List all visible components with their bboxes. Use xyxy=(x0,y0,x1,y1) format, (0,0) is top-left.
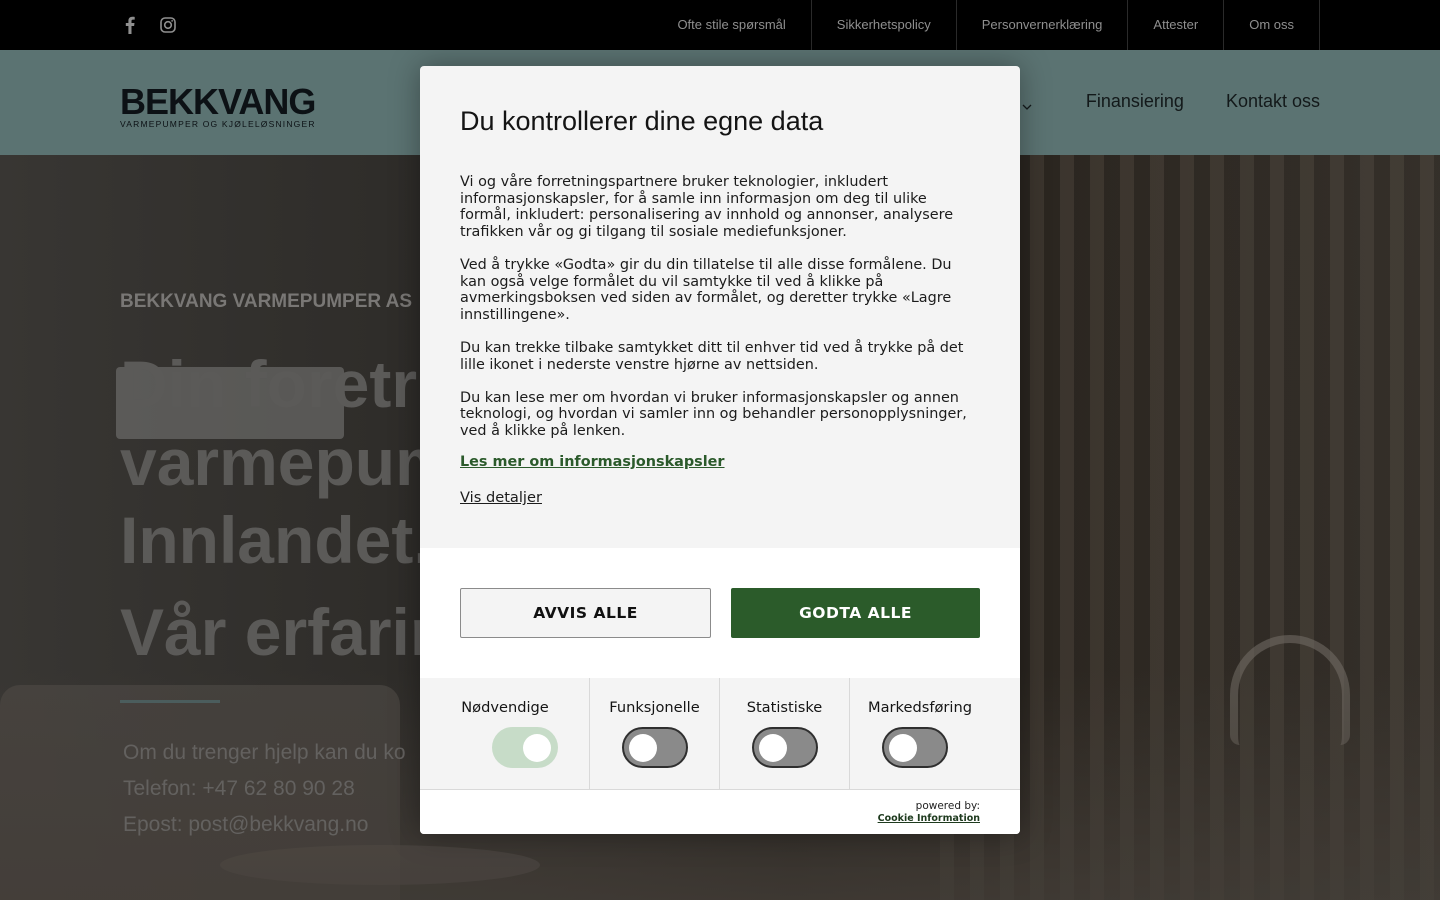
category-label: Statistiske xyxy=(746,699,823,716)
powered-by-footer: powered by: Cookie Information xyxy=(420,789,1020,834)
toggle-knob xyxy=(759,734,787,762)
top-link-security[interactable]: Sikkerhetspolicy xyxy=(810,0,956,50)
category-label: Nødvendige xyxy=(461,699,549,716)
dialog-button-area: AVVIS ALLE GODTA ALLE xyxy=(420,548,1020,678)
category-necessary: Nødvendige xyxy=(420,678,590,789)
read-more-cookies-link[interactable]: Les mer om informasjonskapsler xyxy=(460,454,725,470)
reject-all-button[interactable]: AVVIS ALLE xyxy=(460,588,711,638)
dialog-body: Vi og våre forretningspartnere bruker te… xyxy=(460,174,980,456)
dialog-title: Du kontrollerer dine egne data xyxy=(460,106,824,136)
cookie-information-link[interactable]: Cookie Information xyxy=(878,813,980,824)
dialog-paragraph: Ved å trykke «Godta» gir du din tillatel… xyxy=(460,256,952,323)
top-nav: Ofte stile spørsmål Sikkerhetspolicy Per… xyxy=(652,0,1320,50)
cookie-consent-dialog: Du kontrollerer dine egne data Vi og vår… xyxy=(420,66,1020,834)
marketing-toggle[interactable] xyxy=(882,727,948,768)
facebook-icon[interactable] xyxy=(120,14,140,36)
powered-by-label: powered by: xyxy=(915,800,980,812)
dialog-paragraph: Vi og våre forretningspartnere bruker te… xyxy=(460,174,954,240)
social-links xyxy=(120,14,178,36)
necessary-toggle xyxy=(492,727,558,768)
dialog-paragraph: Du kan trekke tilbake samtykket ditt til… xyxy=(460,339,964,373)
toggle-knob xyxy=(523,734,551,762)
category-label: Funksjonelle xyxy=(609,699,700,716)
toggle-knob xyxy=(889,734,917,762)
show-details-link[interactable]: Vis detaljer xyxy=(460,489,542,506)
accept-all-button[interactable]: GODTA ALLE xyxy=(731,588,980,638)
top-link-about[interactable]: Om oss xyxy=(1223,0,1320,50)
instagram-icon[interactable] xyxy=(158,14,178,36)
category-marketing: Markedsføring xyxy=(850,678,980,789)
dialog-paragraph: Du kan lese mer om hvordan vi bruker inf… xyxy=(460,389,967,439)
top-bar: Ofte stile spørsmål Sikkerhetspolicy Per… xyxy=(0,0,1440,50)
category-statistics: Statistiske xyxy=(720,678,850,789)
functional-toggle[interactable] xyxy=(622,727,688,768)
category-label: Markedsføring xyxy=(868,699,972,716)
statistics-toggle[interactable] xyxy=(752,727,818,768)
top-link-testimonials[interactable]: Attester xyxy=(1127,0,1223,50)
consent-categories: Nødvendige Funksjonelle Statistiske Mark… xyxy=(420,678,1020,789)
top-link-privacy[interactable]: Personvernerklæring xyxy=(955,0,1128,50)
top-link-faq[interactable]: Ofte stile spørsmål xyxy=(652,0,810,50)
category-functional: Funksjonelle xyxy=(590,678,720,789)
toggle-knob xyxy=(629,734,657,762)
